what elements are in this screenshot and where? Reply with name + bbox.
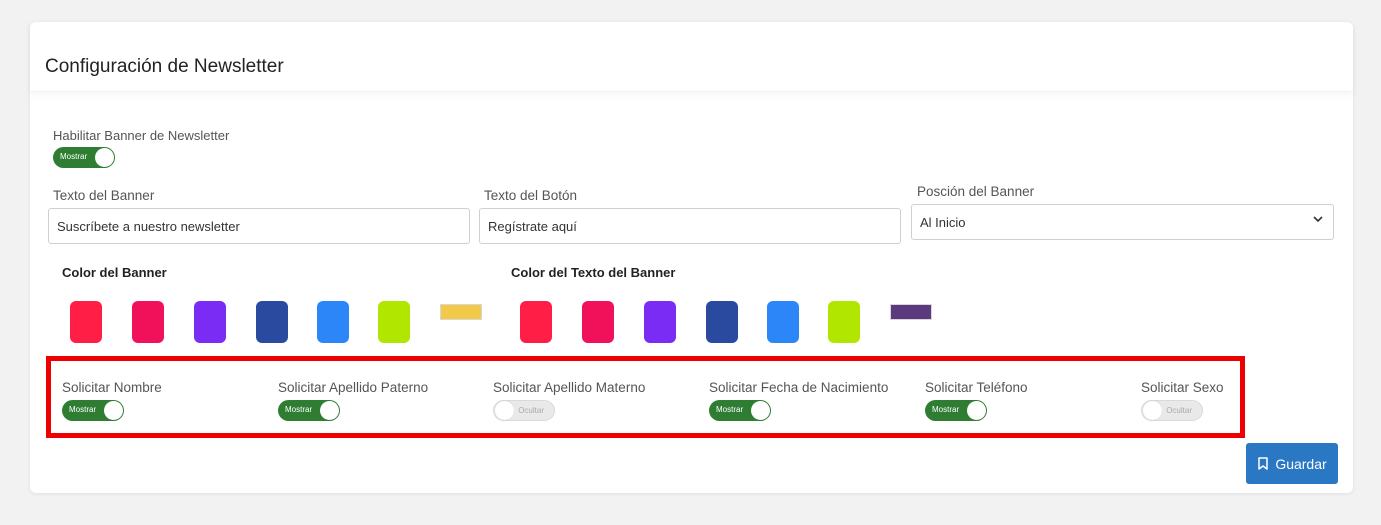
toggle-knob bbox=[751, 401, 770, 420]
text-color-label: Color del Texto del Banner bbox=[511, 265, 676, 280]
toggle-state-label: Mostrar bbox=[716, 405, 744, 414]
request-field-toggle[interactable]: Ocultar bbox=[493, 400, 555, 421]
banner-color-swatch[interactable] bbox=[256, 301, 288, 343]
banner-color-label: Color del Banner bbox=[62, 265, 167, 280]
request-fields-highlight bbox=[46, 356, 1245, 438]
banner-color-swatch[interactable] bbox=[132, 301, 164, 343]
text-color-swatch[interactable] bbox=[582, 301, 614, 343]
request-field-label: Solicitar Nombre bbox=[62, 380, 162, 395]
button-text-input[interactable]: Regístrate aquí bbox=[479, 208, 901, 244]
page-title: Configuración de Newsletter bbox=[45, 56, 284, 77]
banner-position-value: Al Inicio bbox=[920, 214, 966, 230]
save-button[interactable]: Guardar bbox=[1246, 443, 1338, 484]
toggle-knob bbox=[320, 401, 339, 420]
banner-position-select[interactable]: Al Inicio bbox=[911, 204, 1334, 240]
banner-text-label: Texto del Banner bbox=[53, 188, 155, 203]
toggle-knob bbox=[95, 148, 114, 167]
request-field-toggle[interactable]: Mostrar bbox=[278, 400, 340, 421]
toggle-state-label: Ocultar bbox=[1166, 406, 1192, 415]
toggle-state-label: Mostrar bbox=[69, 405, 97, 414]
request-field-toggle[interactable]: Mostrar bbox=[709, 400, 771, 421]
enable-banner-label: Habilitar Banner de Newsletter bbox=[53, 128, 230, 143]
toggle-state-label: Mostrar bbox=[60, 152, 88, 161]
banner-color-swatch[interactable] bbox=[317, 301, 349, 343]
toggle-state-label: Mostrar bbox=[285, 405, 313, 414]
request-field-label: Solicitar Sexo bbox=[1141, 380, 1224, 395]
toggle-state-label: Ocultar bbox=[518, 406, 544, 415]
text-color-swatch[interactable] bbox=[767, 301, 799, 343]
text-color-swatch[interactable] bbox=[644, 301, 676, 343]
request-field-toggle[interactable]: Mostrar bbox=[62, 400, 124, 421]
text-color-selected-swatch[interactable] bbox=[890, 304, 932, 320]
text-color-swatch[interactable] bbox=[706, 301, 738, 343]
banner-color-swatch[interactable] bbox=[194, 301, 226, 343]
request-field-label: Solicitar Apellido Materno bbox=[493, 380, 646, 395]
request-field-label: Solicitar Apellido Paterno bbox=[278, 380, 429, 395]
bookmark-icon bbox=[1257, 457, 1269, 470]
save-button-label: Guardar bbox=[1275, 455, 1327, 472]
toggle-knob bbox=[1143, 401, 1162, 420]
request-field-label: Solicitar Teléfono bbox=[925, 380, 1028, 395]
card-header: Configuración de Newsletter bbox=[30, 22, 1353, 92]
banner-position-label: Posción del Banner bbox=[917, 184, 1035, 199]
enable-banner-toggle[interactable]: Mostrar bbox=[53, 147, 115, 168]
request-field-toggle[interactable]: Ocultar bbox=[1141, 400, 1203, 421]
text-color-swatch[interactable] bbox=[520, 301, 552, 343]
banner-color-swatch[interactable] bbox=[378, 301, 410, 343]
toggle-knob bbox=[967, 401, 986, 420]
toggle-knob bbox=[495, 401, 514, 420]
banner-text-input[interactable]: Suscríbete a nuestro newsletter bbox=[48, 208, 470, 244]
button-text-label: Texto del Botón bbox=[484, 188, 578, 203]
request-field-toggle[interactable]: Mostrar bbox=[925, 400, 987, 421]
toggle-knob bbox=[104, 401, 123, 420]
request-field-label: Solicitar Fecha de Nacimiento bbox=[709, 380, 889, 395]
banner-color-swatch[interactable] bbox=[70, 301, 102, 343]
chevron-down-icon bbox=[1313, 212, 1323, 226]
toggle-state-label: Mostrar bbox=[932, 405, 960, 414]
banner-color-selected-swatch[interactable] bbox=[440, 304, 482, 320]
text-color-swatch[interactable] bbox=[828, 301, 860, 343]
